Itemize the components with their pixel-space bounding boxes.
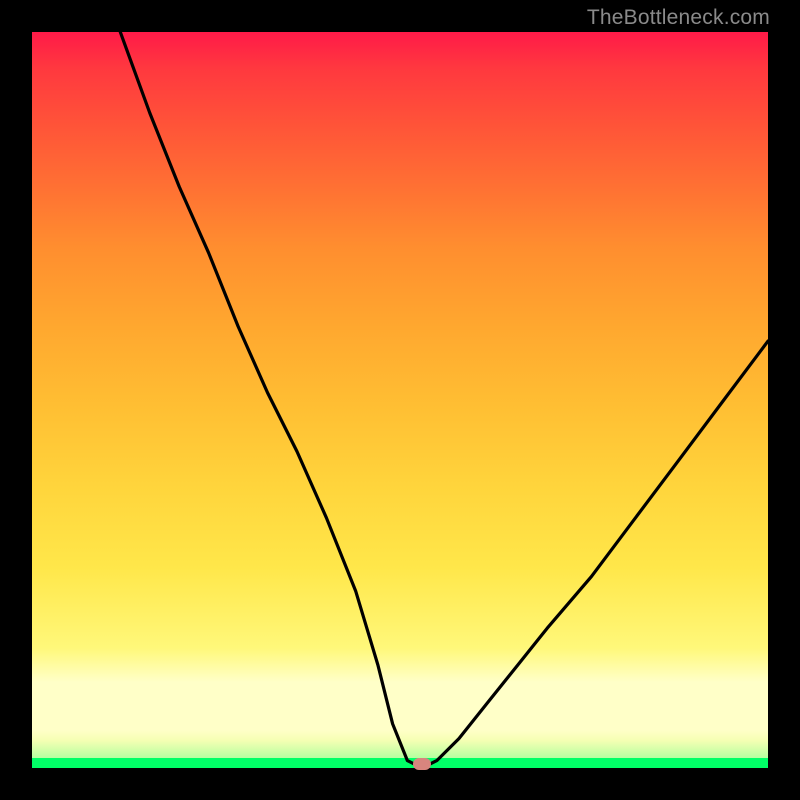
bottleneck-curve [32,32,768,768]
chart-frame: TheBottleneck.com [0,0,800,800]
bottleneck-marker [413,758,431,770]
watermark-text: TheBottleneck.com [587,6,770,30]
plot-area [32,32,768,768]
